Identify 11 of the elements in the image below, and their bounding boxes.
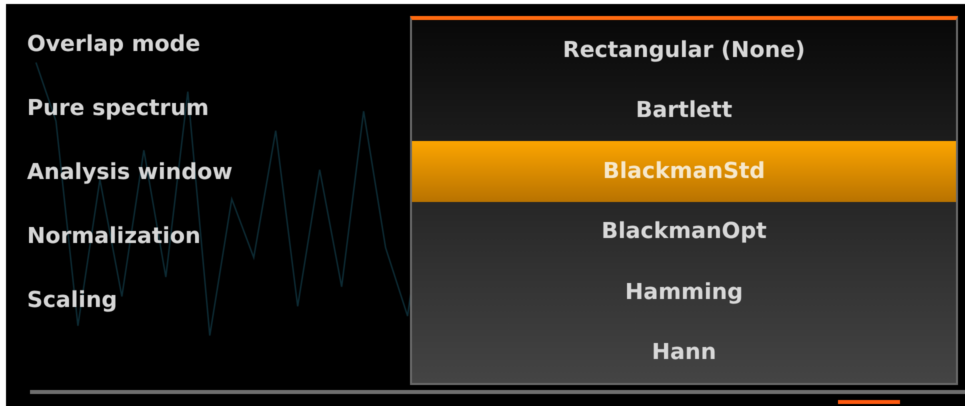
scroll-thumb[interactable]: [838, 400, 900, 404]
dropdown-option[interactable]: BlackmanOpt: [412, 202, 956, 262]
dropdown-option[interactable]: Hann: [412, 322, 956, 383]
setting-label: Normalization: [27, 223, 201, 251]
dropdown-option[interactable]: Bartlett: [412, 80, 956, 141]
setting-label: Analysis window: [27, 159, 233, 187]
dropdown-option[interactable]: Rectangular (None): [412, 20, 956, 80]
dropdown-option[interactable]: Hamming: [412, 262, 956, 322]
setting-label: Scaling: [27, 287, 118, 315]
setting-label: Pure spectrum: [27, 95, 209, 123]
setting-label: Overlap mode: [27, 31, 200, 59]
